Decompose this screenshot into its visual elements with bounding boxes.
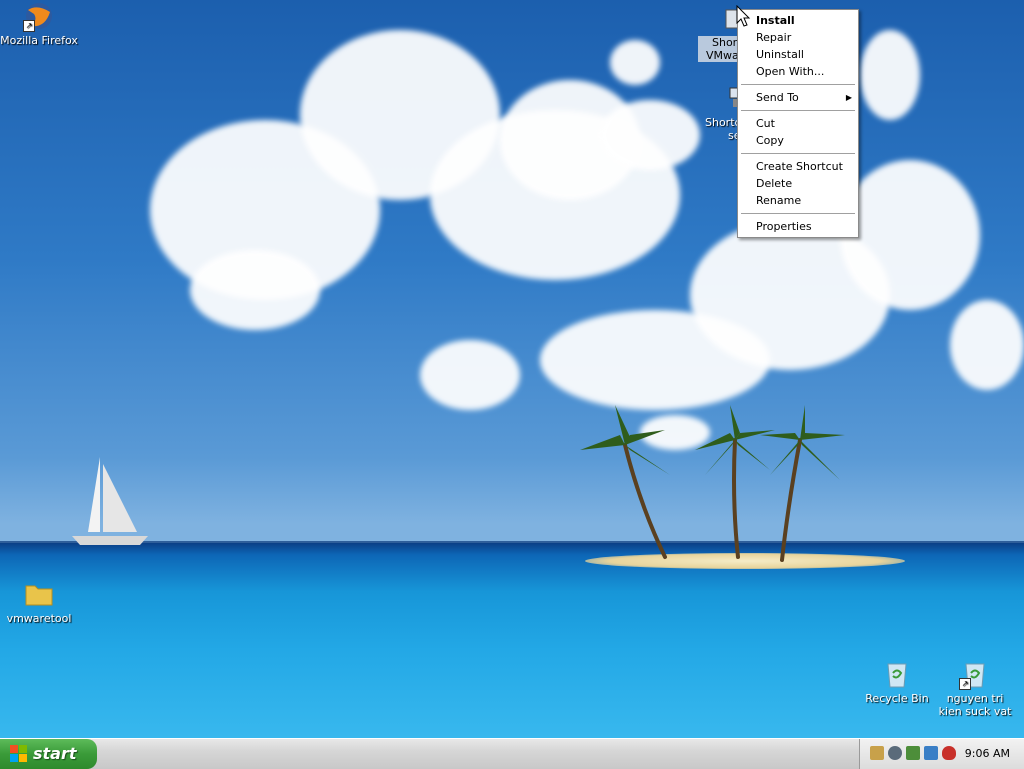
menu-item-properties[interactable]: Properties	[738, 218, 858, 235]
start-button[interactable]: start	[0, 739, 97, 769]
menu-separator	[741, 153, 855, 154]
wallpaper-cloud	[600, 100, 700, 170]
wallpaper-cloud	[840, 160, 980, 310]
shortcut-arrow-icon: ↗	[959, 678, 971, 690]
context-menu: Install Repair Uninstall Open With... Se…	[737, 9, 859, 238]
mouse-cursor-icon	[736, 5, 751, 27]
user-bin-label: nguyen tri kien suck vat	[938, 692, 1012, 718]
desktop[interactable]: ↗ Mozilla Firefox vmwaretool Short VMwar…	[0, 0, 1024, 738]
tray-icon-connection[interactable]	[924, 746, 938, 760]
firefox-label: Mozilla Firefox	[0, 34, 78, 47]
tray-icon-safely-remove[interactable]	[906, 746, 920, 760]
submenu-arrow-icon: ▶	[845, 93, 852, 102]
menu-item-uninstall[interactable]: Uninstall	[738, 46, 858, 63]
wallpaper-cloud	[610, 40, 660, 85]
system-tray: 9:06 AM	[859, 739, 1024, 769]
wallpaper-cloud	[190, 250, 320, 330]
clock[interactable]: 9:06 AM	[965, 747, 1010, 760]
folder-icon	[23, 578, 55, 610]
tray-icon-security-shield[interactable]	[942, 746, 956, 760]
firefox-icon: ↗	[23, 0, 55, 32]
tray-icon-network[interactable]	[870, 746, 884, 760]
sailboat-image	[72, 457, 148, 545]
recycle-bin-icon	[881, 658, 913, 690]
wallpaper-cloud	[420, 340, 520, 410]
menu-item-repair[interactable]: Repair	[738, 29, 858, 46]
menu-item-create-shortcut[interactable]: Create Shortcut	[738, 158, 858, 175]
menu-item-delete[interactable]: Delete	[738, 175, 858, 192]
wallpaper-cloud	[950, 300, 1024, 390]
menu-item-cut[interactable]: Cut	[738, 115, 858, 132]
vmwaretool-folder[interactable]: vmwaretool	[0, 578, 78, 625]
recycle-bin-label: Recycle Bin	[865, 692, 929, 705]
vmwaretool-label: vmwaretool	[6, 612, 72, 625]
recycle-bin-shortcut-icon: ↗	[959, 658, 991, 690]
user-bin-shortcut[interactable]: ↗ nguyen tri kien suck vat	[936, 658, 1014, 718]
menu-item-copy[interactable]: Copy	[738, 132, 858, 149]
wallpaper-sea	[0, 543, 1024, 738]
menu-item-open-with[interactable]: Open With...	[738, 63, 858, 80]
menu-separator	[741, 213, 855, 214]
send-to-label: Send To	[756, 91, 799, 104]
firefox-shortcut[interactable]: ↗ Mozilla Firefox	[0, 0, 78, 47]
recycle-bin[interactable]: Recycle Bin	[858, 658, 936, 705]
menu-item-send-to[interactable]: Send To ▶	[738, 89, 858, 106]
tray-icon-vmware[interactable]	[888, 746, 902, 760]
palm-trees-image	[580, 405, 845, 562]
menu-item-rename[interactable]: Rename	[738, 192, 858, 209]
windows-logo-icon	[10, 745, 27, 762]
start-label: start	[33, 744, 77, 763]
wallpaper-cloud	[860, 30, 920, 120]
menu-separator	[741, 110, 855, 111]
shortcut-arrow-icon: ↗	[23, 20, 35, 32]
menu-item-install[interactable]: Install	[738, 12, 858, 29]
taskbar: start 9:06 AM	[0, 738, 1024, 769]
menu-separator	[741, 84, 855, 85]
